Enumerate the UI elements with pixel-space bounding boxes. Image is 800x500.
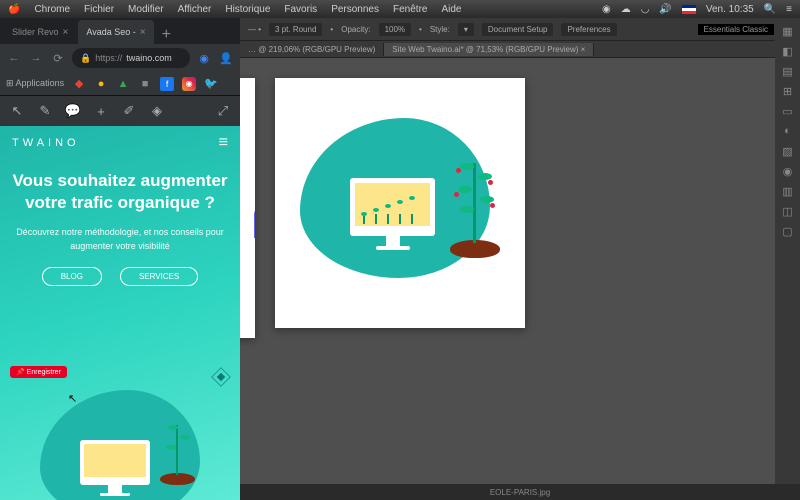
hero-section: Vous souhaitez augmenter votre trafic or…: [0, 160, 240, 296]
swatches-icon[interactable]: ▤: [779, 62, 797, 80]
webpage-viewport: TWAINO ≡ Vous souhaitez augmenter votre …: [0, 126, 240, 500]
hero-headline: Vous souhaitez augmenter votre trafic or…: [8, 170, 232, 214]
app-name[interactable]: Chrome: [34, 4, 70, 15]
menu-item[interactable]: Fichier: [84, 4, 114, 15]
transparency-icon[interactable]: ▨: [779, 142, 797, 160]
right-panel-dock: ▦ ◧ ▤ ⊞ ▭ ◐ ▨ ◉ ▥ ◫ ▢: [775, 18, 800, 500]
layers-icon[interactable]: ▥: [779, 182, 797, 200]
new-tab-button[interactable]: +: [156, 26, 177, 44]
flag-icon[interactable]: [682, 5, 696, 14]
instagram-icon[interactable]: ◉: [182, 77, 196, 91]
edit-icon[interactable]: ✐: [120, 102, 138, 120]
back-button[interactable]: ←: [6, 50, 22, 66]
blog-button[interactable]: BLOG: [42, 267, 102, 286]
document-tabs: … @ 219,06% (RGB/GPU Preview) Site Web T…: [240, 40, 800, 58]
pinterest-save-button[interactable]: 📌 Enregistrer: [10, 366, 67, 378]
status-bar: EOLE-PARIS.jpg: [240, 484, 800, 500]
site-header: TWAINO ≡: [0, 126, 240, 160]
chat-icon[interactable]: 💬: [64, 102, 82, 120]
style-label: Style:: [430, 25, 450, 34]
forward-button[interactable]: →: [28, 50, 44, 66]
lock-icon: 🔒: [80, 53, 91, 64]
ai-control-bar: — • 3 pt. Round • Opacity: 100% • Style:…: [240, 18, 800, 40]
menu-icon[interactable]: ≡: [786, 4, 792, 15]
menu-item[interactable]: Afficher: [178, 4, 212, 15]
gradient-icon[interactable]: ◐: [779, 122, 797, 140]
menu-item[interactable]: Favoris: [284, 4, 317, 15]
properties-icon[interactable]: ▦: [779, 22, 797, 40]
preferences-button[interactable]: Preferences: [561, 23, 616, 36]
bookmark-icon[interactable]: ■: [138, 77, 152, 91]
doc-setup-button[interactable]: Document Setup: [482, 23, 554, 36]
opacity-input[interactable]: 100%: [379, 23, 411, 36]
chrome-window: Slider Revo × Avada Seo - × + ← → ⟳ 🔒 ht…: [0, 18, 240, 500]
menu-item[interactable]: Modifier: [128, 4, 164, 15]
macos-menubar: 🍎 Chrome Fichier Modifier Afficher Histo…: [0, 0, 800, 18]
plus-icon[interactable]: +: [92, 102, 110, 120]
target-icon: [211, 367, 231, 387]
close-icon[interactable]: ×: [63, 27, 69, 38]
search-icon[interactable]: 🔍: [764, 4, 776, 15]
close-icon[interactable]: ×: [581, 45, 586, 54]
close-icon[interactable]: ×: [140, 27, 146, 38]
asset-icon[interactable]: ◫: [779, 202, 797, 220]
services-button[interactable]: SERVICES: [120, 267, 198, 286]
bookmark-icon[interactable]: ◆: [72, 77, 86, 91]
extension-icon[interactable]: ◉: [196, 50, 212, 66]
url-input[interactable]: 🔒 https://twaino.com: [72, 48, 190, 68]
tab-title: Slider Revo: [12, 27, 59, 37]
menu-item[interactable]: Aide: [441, 4, 461, 15]
browser-tab[interactable]: Slider Revo ×: [4, 20, 76, 44]
inspect-icon[interactable]: ↖: [8, 102, 26, 120]
expand-icon[interactable]: ⤢: [214, 102, 232, 120]
doc-tab[interactable]: … @ 219,06% (RGB/GPU Preview): [240, 43, 384, 56]
style-select[interactable]: ▾: [458, 23, 474, 36]
tab-bar: Slider Revo × Avada Seo - × +: [0, 18, 240, 44]
devtools-bar: ↖ ✎ 💬 + ✐ ◈ ⤢: [0, 96, 240, 126]
workspace-selector[interactable]: Essentials Classic: [698, 24, 774, 35]
bookmark-icon[interactable]: ▲: [116, 77, 130, 91]
tab-title: Avada Seo -: [86, 27, 135, 37]
menu-item[interactable]: Fenêtre: [393, 4, 427, 15]
canvas-area[interactable]: [240, 58, 800, 500]
bookmark-icon[interactable]: ●: [94, 77, 108, 91]
menu-item[interactable]: Personnes: [331, 4, 379, 15]
apple-icon[interactable]: 🍎: [8, 4, 20, 15]
clock[interactable]: Ven. 10:35: [706, 4, 754, 15]
artboard[interactable]: [240, 78, 255, 338]
stroke-select[interactable]: 3 pt. Round: [269, 23, 322, 36]
wifi-icon[interactable]: ◡: [641, 4, 650, 15]
brushes-icon[interactable]: ⊞: [779, 82, 797, 100]
artboard[interactable]: [275, 78, 525, 328]
artboards-icon[interactable]: ▢: [779, 222, 797, 240]
address-bar-row: ← → ⟳ 🔒 https://twaino.com ◉ 👤: [0, 44, 240, 72]
filename: EOLE-PARIS.jpg: [490, 488, 550, 497]
site-logo[interactable]: TWAINO: [12, 137, 80, 149]
hero-illustration: [30, 380, 210, 500]
bookmarks-bar: ⊞ Applications ◆ ● ▲ ■ f ◉ 🐦: [0, 72, 240, 96]
doc-tab-active[interactable]: Site Web Twaino.ai* @ 71,53% (RGB/GPU Pr…: [384, 43, 594, 56]
url-text: twaino.com: [126, 53, 172, 63]
reload-button[interactable]: ⟳: [50, 50, 66, 66]
stroke-icon[interactable]: ▭: [779, 102, 797, 120]
opacity-label: Opacity:: [341, 25, 370, 34]
appearance-icon[interactable]: ◉: [779, 162, 797, 180]
layers-icon[interactable]: ◈: [148, 102, 166, 120]
profile-icon[interactable]: 👤: [218, 50, 234, 66]
twitter-icon[interactable]: 🐦: [204, 77, 218, 91]
hamburger-icon[interactable]: ≡: [219, 134, 228, 152]
brush-icon[interactable]: ✎: [36, 102, 54, 120]
color-icon[interactable]: ◧: [779, 42, 797, 60]
cloud-icon[interactable]: ☁: [621, 4, 631, 15]
browser-tab-active[interactable]: Avada Seo - ×: [78, 20, 153, 44]
stroke-profile[interactable]: — •: [248, 25, 261, 34]
apps-icon[interactable]: ⊞ Applications: [6, 78, 64, 89]
obs-icon[interactable]: ◉: [602, 4, 611, 15]
illustrator-window: — • 3 pt. Round • Opacity: 100% • Style:…: [240, 18, 800, 500]
volume-icon[interactable]: 🔊: [659, 4, 671, 15]
menu-item[interactable]: Historique: [225, 4, 270, 15]
hero-subtext: Découvrez notre méthodologie, et nos con…: [8, 226, 232, 253]
facebook-icon[interactable]: f: [160, 77, 174, 91]
